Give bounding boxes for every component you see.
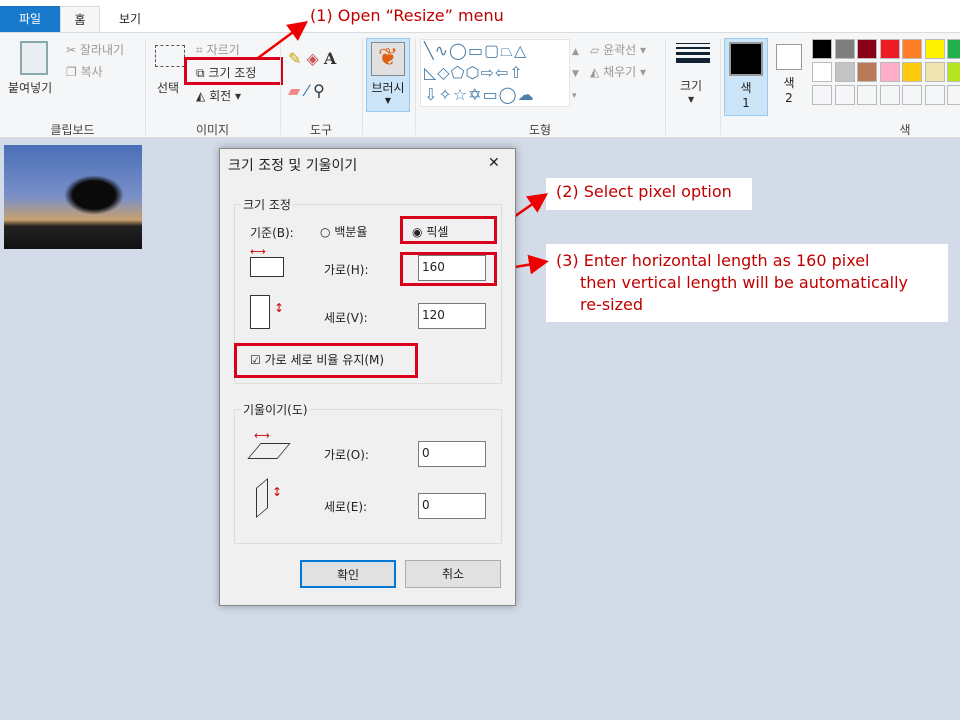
- vertical-rect-icon: [250, 295, 270, 329]
- horizontal-rect-icon: [250, 257, 284, 277]
- skew-horizontal-input[interactable]: 0: [418, 441, 486, 467]
- skew-vertical-input[interactable]: 0: [418, 493, 486, 519]
- resize-legend: 크기 조정: [241, 196, 293, 213]
- horizontal-label: 가로(H):: [324, 263, 369, 277]
- ok-button[interactable]: 확인: [300, 560, 396, 588]
- percent-label: 백분율: [334, 225, 368, 239]
- arrow-1: [257, 21, 309, 60]
- highlight-keep-ratio: [234, 343, 418, 378]
- skew-horizontal-label: 가로(O):: [324, 448, 369, 462]
- skew-group: 기울이기(도): [234, 401, 502, 544]
- skew-vertical-arrow-icon: ↕: [272, 485, 283, 499]
- skew-horizontal-arrow-icon: ⟷: [254, 429, 270, 442]
- vertical-input[interactable]: 120: [418, 303, 486, 329]
- vertical-arrow-icon: ↕: [274, 301, 285, 315]
- resize-skew-dialog: 크기 조정 및 기울이기 ✕ 크기 조정 기준(B): ○ 백분율 ◉ 픽셀 ⟷…: [219, 148, 516, 606]
- basis-label: 기준(B):: [250, 226, 294, 240]
- close-icon[interactable]: ✕: [488, 155, 500, 171]
- highlight-pixel: [400, 216, 497, 244]
- cancel-button[interactable]: 취소: [405, 560, 501, 588]
- skew-vertical-label: 세로(E):: [324, 500, 368, 514]
- percent-radio[interactable]: ○: [320, 225, 330, 239]
- skew-legend: 기울이기(도): [241, 401, 310, 418]
- highlight-horizontal: [400, 252, 497, 286]
- vertical-label: 세로(V):: [324, 311, 368, 325]
- dialog-title: 크기 조정 및 기울이기: [228, 158, 358, 174]
